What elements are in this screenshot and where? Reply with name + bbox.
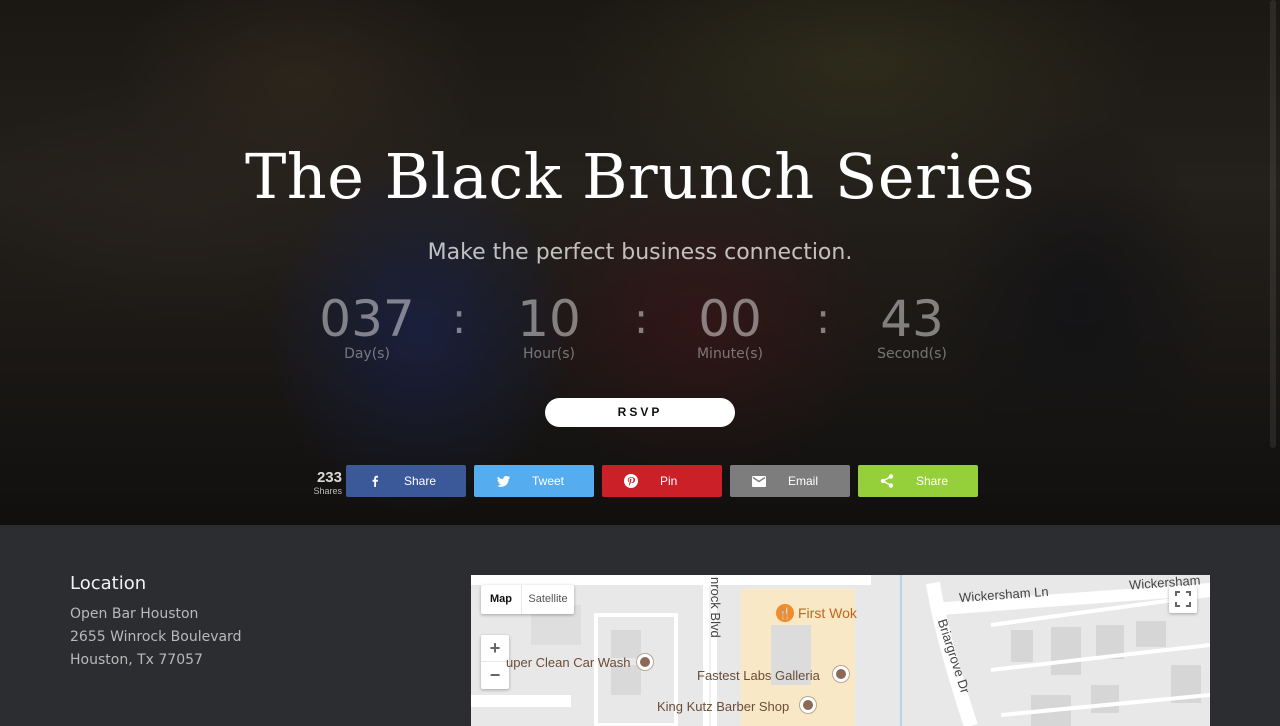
countdown-days-label: Day(s) xyxy=(344,346,390,362)
countdown-seconds-label: Second(s) xyxy=(877,346,947,362)
street-label-winrock-blvd: nrock Blvd xyxy=(708,577,723,638)
poi-marker-car-wash[interactable] xyxy=(637,654,653,670)
facebook-icon xyxy=(346,475,404,487)
countdown-days: 037 Day(s) xyxy=(292,288,442,362)
page-scrollbar[interactable] xyxy=(1270,0,1276,448)
countdown-hours: 10 Hour(s) xyxy=(474,288,624,362)
twitter-icon xyxy=(474,475,532,487)
email-icon xyxy=(730,475,788,487)
email-share-button[interactable]: Email xyxy=(730,465,850,497)
location-section: Location Open Bar Houston 2655 Winrock B… xyxy=(0,525,1280,726)
rsvp-button[interactable]: RSVP xyxy=(545,398,735,427)
share-counter: 233 Shares xyxy=(306,469,342,497)
share-icon xyxy=(858,474,916,488)
poi-label-fastest-labs[interactable]: Fastest Labs Galleria xyxy=(697,668,820,683)
map-tiles[interactable]: 🍴 xyxy=(471,575,1210,726)
location-heading: Location xyxy=(70,573,147,594)
map-type-map[interactable]: Map xyxy=(481,585,521,614)
map-type-satellite[interactable]: Satellite xyxy=(521,585,574,614)
poi-label-first-wok[interactable]: First Wok xyxy=(798,605,857,621)
countdown-separator: : xyxy=(816,294,831,343)
countdown-timer: 037 Day(s) : 10 Hour(s) : 00 Minute(s) :… xyxy=(0,288,1280,368)
poi-label-king-kutz[interactable]: King Kutz Barber Shop xyxy=(657,699,789,714)
poi-label-car-wash[interactable]: uper Clean Car Wash xyxy=(506,655,631,670)
pinterest-icon xyxy=(602,474,660,488)
hero-subtitle: Make the perfect business connection. xyxy=(427,240,853,265)
location-map[interactable]: 🍴 Map Satellite + − Wickersham Ln Wicker… xyxy=(471,575,1210,726)
venue-city: Houston, Tx 77057 xyxy=(70,652,203,668)
facebook-share-button[interactable]: Share xyxy=(346,465,466,497)
zoom-out-button[interactable]: − xyxy=(481,662,509,689)
facebook-share-label: Share xyxy=(404,474,437,488)
countdown-seconds-value: 43 xyxy=(880,290,944,348)
svg-text:🍴: 🍴 xyxy=(778,607,792,620)
sharethis-share-label: Share xyxy=(916,474,949,488)
fullscreen-icon xyxy=(1175,591,1191,607)
email-share-label: Email xyxy=(788,474,819,488)
countdown-days-value: 037 xyxy=(319,290,415,348)
countdown-minutes-label: Minute(s) xyxy=(696,346,764,362)
map-type-control[interactable]: Map Satellite xyxy=(481,585,574,614)
share-count-value: 233 xyxy=(316,469,342,486)
page-title: The Black Brunch Series xyxy=(244,140,1036,213)
twitter-share-label: Tweet xyxy=(532,474,565,488)
poi-marker-fastest-labs[interactable] xyxy=(833,666,849,682)
countdown-seconds: 43 Second(s) xyxy=(837,288,987,362)
countdown-separator: : xyxy=(452,294,467,343)
hero-section: The Black Brunch Series Make the perfect… xyxy=(0,0,1280,525)
countdown-minutes: 00 Minute(s) xyxy=(655,288,805,362)
venue-name: Open Bar Houston xyxy=(70,606,199,622)
venue-street: 2655 Winrock Boulevard xyxy=(70,629,242,645)
pinterest-share-label: Pin xyxy=(660,474,678,488)
twitter-share-button[interactable]: Tweet xyxy=(474,465,594,497)
poi-marker-king-kutz[interactable] xyxy=(800,697,816,713)
countdown-minutes-value: 00 xyxy=(698,290,762,348)
countdown-hours-value: 10 xyxy=(517,290,581,348)
share-count-label: Shares xyxy=(313,486,342,496)
zoom-in-button[interactable]: + xyxy=(481,635,509,662)
sharethis-share-button[interactable]: Share xyxy=(858,465,978,497)
countdown-separator: : xyxy=(634,294,649,343)
countdown-hours-label: Hour(s) xyxy=(523,346,575,362)
zoom-control[interactable]: + − xyxy=(481,635,509,689)
pinterest-share-button[interactable]: Pin xyxy=(602,465,722,497)
